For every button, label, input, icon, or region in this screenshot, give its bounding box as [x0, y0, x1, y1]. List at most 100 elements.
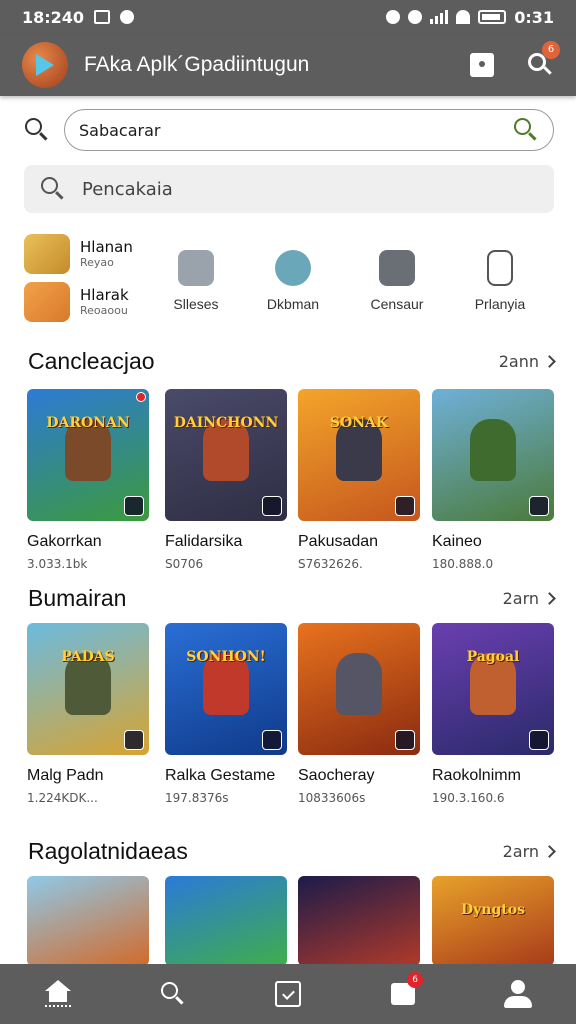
game-card[interactable]: Kaineo 180.888.0	[432, 389, 554, 571]
see-more-link[interactable]: 2arn	[502, 589, 556, 608]
category-item-3[interactable]: Censaur	[354, 250, 440, 312]
publisher-icon	[262, 730, 282, 750]
game-thumbnail[interactable]: Pagoal	[432, 623, 554, 755]
search-icon	[160, 981, 186, 1007]
notification-badge: 6	[542, 41, 560, 59]
game-title: Ralka Gestame	[165, 767, 276, 784]
nav-search[interactable]	[153, 972, 193, 1016]
section-title: Bumairan	[28, 585, 127, 611]
see-more-link[interactable]: 2arn	[503, 842, 556, 861]
game-thumbnail[interactable]: DARONAN	[27, 389, 149, 521]
game-card[interactable]	[298, 876, 420, 966]
game-thumbnail[interactable]: Dyngtos	[432, 876, 554, 966]
game-thumbnail[interactable]: SONHON!	[165, 623, 287, 755]
section-title: Ragolatnidaeas	[28, 838, 188, 864]
game-downloads: 190.3.160.6	[432, 791, 505, 805]
game-title: Gakorrkan	[27, 533, 102, 550]
game-row: PADAS Malg Padn 1.224KDK... SONHON! Ralka Ge…	[27, 623, 554, 805]
play-icon	[36, 54, 54, 76]
app-bar: FAka Aplk´Gpadiintugun 6	[0, 34, 576, 96]
game-title: Raokolnimm	[432, 767, 521, 784]
category-label: Prlanyia	[474, 296, 526, 312]
publisher-icon	[529, 730, 549, 750]
game-downloads: S0706	[165, 557, 204, 571]
game-logo-text: SONAK	[329, 415, 389, 431]
publisher-icon	[262, 496, 282, 516]
signal-icon	[430, 10, 449, 24]
search-icon[interactable]	[24, 117, 50, 143]
game-card[interactable]: SONAK Pakusadan S7632626.	[298, 389, 420, 571]
nav-home[interactable]	[38, 972, 78, 1016]
quick-link-title: Hlanan	[80, 237, 133, 256]
game-card[interactable]: DAINCHONN Falidarsika S0706	[165, 389, 287, 571]
nav-profile[interactable]	[498, 972, 538, 1016]
category-item-2[interactable]: Dkbman	[250, 250, 336, 312]
bookmark-icon[interactable]	[470, 53, 494, 77]
app-logo[interactable]	[22, 42, 68, 88]
notification-icon	[94, 10, 111, 24]
search-row: Sabacarar	[24, 108, 554, 152]
see-more-label: 2arn	[502, 589, 539, 608]
game-thumbnail[interactable]: DAINCHONN	[165, 389, 287, 521]
category-item-4[interactable]: Prlanyia	[457, 250, 543, 312]
quick-link-title: Hlarak	[80, 285, 129, 304]
search-button[interactable]: 6	[526, 41, 560, 79]
check-square-icon	[274, 981, 301, 1007]
game-title: Falidarsika	[165, 533, 243, 550]
search-input[interactable]: Sabacarar	[64, 109, 554, 151]
publisher-icon	[124, 496, 144, 516]
publisher-icon	[529, 496, 549, 516]
category-label: Censaur	[370, 296, 424, 312]
see-more-link[interactable]: 2ann	[499, 352, 556, 371]
battery-icon	[478, 10, 507, 24]
quick-link-1[interactable]: Hlanan Reyao	[24, 234, 133, 274]
game-thumbnail[interactable]	[165, 876, 287, 966]
game-thumbnail[interactable]	[432, 389, 554, 521]
game-thumbnail[interactable]: PADAS	[27, 623, 149, 755]
game-card[interactable]: SONHON! Ralka Gestame 197.8376s	[165, 623, 287, 805]
game-card[interactable]	[27, 876, 149, 966]
game-card[interactable]	[165, 876, 287, 966]
profile-icon	[511, 980, 526, 994]
category-item-1[interactable]: Slleses	[153, 250, 239, 312]
game-title: Malg Padn	[27, 767, 104, 784]
nav-messages[interactable]: 6	[383, 972, 424, 1016]
game-title: Saocheray	[298, 767, 375, 784]
sync-icon	[120, 10, 135, 24]
tablet-icon	[487, 250, 513, 286]
character-art	[470, 419, 516, 481]
refresh-icon	[275, 250, 311, 286]
search-submit-icon[interactable]	[513, 117, 539, 143]
tag-icon	[178, 250, 214, 286]
game-card[interactable]: PADAS Malg Padn 1.224KDK...	[27, 623, 149, 805]
nav-tasks[interactable]	[268, 972, 308, 1016]
game-card[interactable]: Saocheray 10833606s	[298, 623, 420, 805]
quick-link-2[interactable]: Hlarak Reoaoou	[24, 282, 129, 322]
secondary-search-field[interactable]: Pencakaia	[24, 165, 554, 213]
game-logo-text: DAINCHONN	[173, 415, 279, 431]
wifi-icon	[456, 10, 471, 24]
game-thumbnail[interactable]	[298, 876, 420, 966]
game-card[interactable]: Dyngtos	[432, 876, 554, 966]
game-card[interactable]: DARONAN Gakorrkan 3.033.1bk	[27, 389, 149, 571]
game-downloads: 1.224KDK...	[27, 791, 98, 805]
game-row: DARONAN Gakorrkan 3.033.1bk DAINCHONN Falida…	[27, 389, 554, 571]
chevron-right-icon	[543, 845, 556, 858]
quick-link-subtitle: Reoaoou	[80, 303, 128, 317]
new-badge-icon	[136, 392, 146, 402]
game-title: Pakusadan	[298, 533, 379, 550]
status-bar: 18:240 0:31	[0, 0, 576, 34]
game-thumbnail[interactable]	[298, 623, 420, 755]
secondary-search-placeholder: Pencakaia	[82, 178, 173, 200]
search-input-value: Sabacarar	[79, 120, 161, 140]
publisher-icon	[124, 730, 144, 750]
game-card[interactable]: Pagoal Raokolnimm 190.3.160.6	[432, 623, 554, 805]
section-header: Ragolatnidaeas 2arn	[28, 838, 556, 865]
game-downloads: 3.033.1bk	[27, 557, 88, 571]
game-thumbnail[interactable]	[27, 876, 149, 966]
section-header: Cancleacjao 2ann	[28, 348, 556, 375]
game-logo-text: DARONAN	[46, 415, 130, 431]
game-thumbnail[interactable]: SONAK	[298, 389, 420, 521]
game-downloads: 197.8376s	[165, 791, 229, 805]
bottom-nav: 6	[0, 964, 576, 1024]
